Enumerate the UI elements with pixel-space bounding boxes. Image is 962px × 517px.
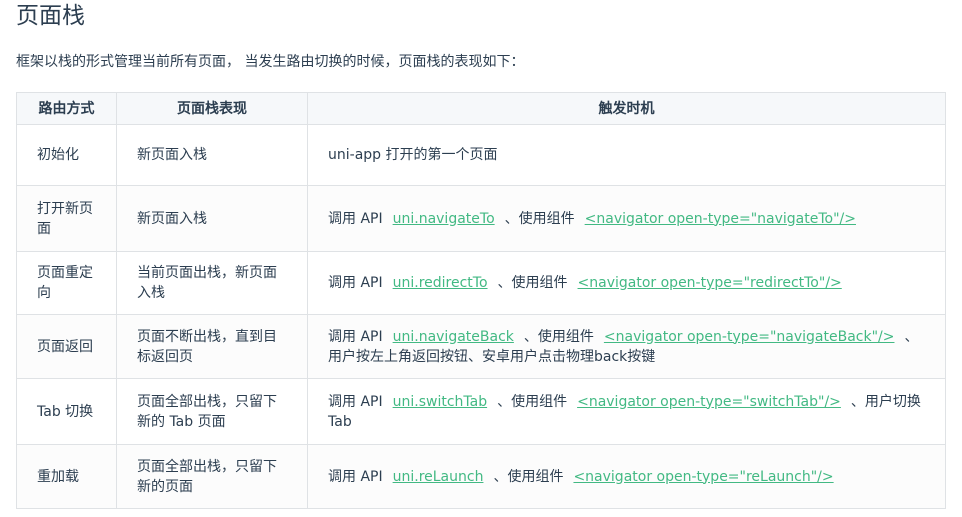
cell-route-method: 打开新页面 [16, 185, 117, 252]
cell-stack-behavior: 新页面入栈 [116, 185, 308, 252]
trigger-text: uni-app 打开的第一个页面 [328, 147, 498, 163]
cell-route-method: Tab 切换 [16, 378, 117, 445]
trigger-text: 、使用组件 [497, 393, 568, 410]
api-link[interactable]: uni.navigateBack [393, 329, 514, 345]
trigger-text: 调用 API [328, 468, 383, 485]
api-link[interactable]: uni.redirectTo [393, 275, 488, 291]
trigger-text: 调用 API [328, 275, 383, 291]
api-link[interactable]: <navigator open-type="navigateTo"/> [585, 211, 856, 227]
cell-trigger: 调用 API uni.switchTab 、使用组件 <navigator open-… [307, 378, 946, 445]
api-link[interactable]: <navigator open-type="switchTab"/> [577, 394, 841, 410]
cell-trigger: 调用 API uni.redirectTo 、使用组件 <navigator open… [307, 251, 946, 315]
route-table: 路由方式 页面栈表现 触发时机 初始化 新页面入栈 uni-app 打开的第一个页面… [16, 92, 946, 509]
header-cell-stack: 页面栈表现 [116, 92, 308, 125]
trigger-text: 、使用组件 [523, 328, 594, 345]
api-link[interactable]: uni.switchTab [393, 394, 487, 410]
api-link[interactable]: <navigator open-type="navigateBack"/> [604, 329, 895, 345]
trigger-text: 调用 API [328, 328, 383, 345]
table-row: 页面重定向 当前页面出栈，新页面入栈 调用 API uni.redirectTo 、使用… [16, 251, 946, 315]
header-cell-method: 路由方式 [16, 92, 117, 125]
cell-stack-behavior: 当前页面出栈，新页面入栈 [116, 251, 308, 315]
cell-stack-behavior: 页面不断出栈，直到目标返回页 [116, 314, 308, 379]
trigger-text: 调用 API [328, 210, 383, 227]
page-heading: 页面栈 [16, 3, 85, 29]
cell-route-method: 重加载 [16, 444, 117, 509]
table-header: 路由方式 页面栈表现 触发时机 [16, 92, 946, 125]
table-row: 重加载 页面全部出栈，只留下新的页面 调用 API uni.reLaunch 、使用组件… [16, 444, 946, 509]
header-cell-trigger: 触发时机 [307, 92, 946, 125]
cell-trigger: 调用 API uni.navigateBack 、使用组件 <navigator op… [307, 314, 946, 379]
cell-stack-behavior: 页面全部出栈，只留下新的 Tab 页面 [116, 378, 308, 445]
api-link[interactable]: <navigator open-type="redirectTo"/> [578, 275, 842, 291]
table-row: 页面返回 页面不断出栈，直到目标返回页 调用 API uni.navigateBack… [16, 314, 946, 379]
cell-trigger: uni-app 打开的第一个页面 [307, 124, 946, 186]
table-row: Tab 切换 页面全部出栈，只留下新的 Tab 页面 调用 API uni.switc… [16, 378, 946, 445]
trigger-text: 调用 API [328, 393, 383, 410]
cell-stack-behavior: 新页面入栈 [116, 124, 308, 186]
header-row: 路由方式 页面栈表现 触发时机 [16, 92, 946, 125]
cell-route-method: 初始化 [16, 124, 117, 186]
table-row: 初始化 新页面入栈 uni-app 打开的第一个页面 [16, 124, 946, 186]
cell-trigger: 调用 API uni.navigateTo 、使用组件 <navigator open… [307, 185, 946, 252]
table-row: 打开新页面 新页面入栈 调用 API uni.navigateTo 、使用组件 <navi… [16, 185, 946, 252]
api-link[interactable]: uni.navigateTo [393, 211, 495, 227]
table-body: 初始化 新页面入栈 uni-app 打开的第一个页面 打开新页面 新页面入栈 调用 API… [16, 124, 946, 509]
trigger-text: 、使用组件 [497, 275, 568, 291]
cell-stack-behavior: 页面全部出栈，只留下新的页面 [116, 444, 308, 509]
api-link[interactable]: <navigator open-type="reLaunch"/> [573, 469, 833, 485]
cell-route-method: 页面返回 [16, 314, 117, 379]
doc-page: 页面栈 框架以栈的形式管理当前所有页面， 当发生路由切换的时候，页面栈的表现如下… [0, 0, 962, 517]
trigger-text: 、使用组件 [504, 210, 575, 227]
api-link[interactable]: uni.reLaunch [393, 469, 484, 485]
cell-route-method: 页面重定向 [16, 251, 117, 315]
trigger-text: 、使用组件 [493, 468, 564, 485]
cell-trigger: 调用 API uni.reLaunch 、使用组件 <navigator open-t… [307, 444, 946, 509]
intro-paragraph: 框架以栈的形式管理当前所有页面， 当发生路由切换的时候，页面栈的表现如下： [16, 54, 525, 70]
